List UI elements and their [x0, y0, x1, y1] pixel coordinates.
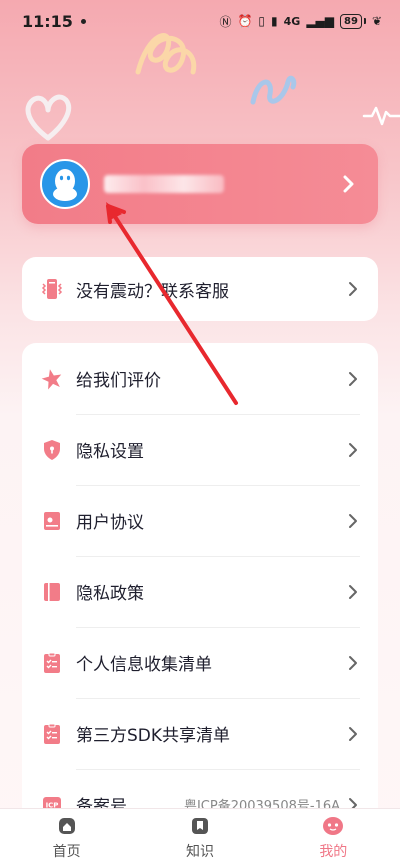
settings-menu-card: 给我们评价 隐私设置 用户协议 隐私政策 个人信息收集清单 第三方SDK共享清单 [22, 343, 378, 823]
nickname-blurred [104, 175, 224, 193]
menu-item-label: 隐私政策 [76, 584, 144, 604]
menu-item-label: 第三方SDK共享清单 [76, 726, 231, 746]
doodle-zigzag-decoration [362, 106, 400, 126]
nav-label: 首页 [52, 843, 81, 860]
nfc-icon: Ⓝ [219, 14, 232, 29]
checklist-icon [40, 651, 64, 675]
chevron-right-icon [348, 371, 360, 387]
contact-support-row[interactable]: 没有震动？联系客服 [22, 257, 378, 321]
vibrate-icon: ▯ [258, 14, 266, 28]
status-time: 11:15 [22, 11, 73, 31]
vibration-help-card: 没有震动？联系客服 [22, 257, 378, 321]
chevron-right-icon [348, 281, 360, 297]
battery-icon: 89 [340, 13, 362, 29]
bookmark-icon [191, 817, 208, 834]
network-type: 4G [283, 14, 301, 28]
agreement-icon [40, 509, 64, 533]
penguin-icon [40, 159, 90, 209]
battery-level: 89 [344, 15, 358, 27]
menu-item-label: 用户协议 [76, 513, 144, 533]
bottom-nav: 首页 知识 我的 [0, 808, 400, 866]
notebook-icon [40, 580, 64, 604]
menu-item-label: 给我们评价 [76, 371, 161, 391]
chevron-right-icon [348, 513, 360, 529]
home-icon [58, 817, 75, 834]
menu-item-rate-us[interactable]: 给我们评价 [22, 343, 378, 414]
notification-dot-icon [80, 18, 86, 24]
nav-tab-mine[interactable]: 我的 [288, 815, 378, 861]
doodle-heart-decoration [25, 94, 72, 141]
chevron-right-icon [348, 655, 360, 671]
menu-item-label: 个人信息收集清单 [76, 655, 212, 675]
chevron-right-icon [348, 726, 360, 742]
phone-vibrate-icon [40, 277, 64, 301]
menu-item-privacy-policy[interactable]: 隐私政策 [22, 556, 378, 627]
chevron-right-icon [348, 442, 360, 458]
nav-label: 知识 [185, 843, 214, 860]
mine-icon [323, 816, 344, 835]
leaf-icon: ❦ [371, 14, 382, 28]
menu-item-personal-info-list[interactable]: 个人信息收集清单 [22, 627, 378, 698]
shield-lock-icon [40, 438, 64, 462]
menu-item-third-party-sdk-list[interactable]: 第三方SDK共享清单 [22, 698, 378, 769]
nav-tab-home[interactable]: 首页 [22, 815, 112, 861]
star-icon [40, 367, 64, 391]
battery-tip [363, 18, 366, 24]
chevron-right-icon [348, 584, 360, 600]
menu-item-label: 隐私设置 [76, 442, 144, 462]
doodle-swirl-decoration [135, 33, 197, 75]
menu-item-user-agreement[interactable]: 用户协议 [22, 485, 378, 556]
profile-card[interactable] [22, 144, 378, 224]
nav-tab-knowledge[interactable]: 知识 [155, 815, 245, 861]
doodle-loop-decoration [250, 75, 297, 105]
signal-icon: ▮ [271, 14, 278, 28]
checklist-icon [40, 722, 64, 746]
nav-label: 我的 [319, 843, 348, 860]
cellular-signal-icon: ▂▄▆ [306, 14, 335, 28]
chevron-right-icon [338, 173, 360, 195]
contact-support-label: 没有震动？联系客服 [76, 281, 229, 302]
alarm-icon: ⏰ [237, 14, 253, 28]
menu-item-privacy-settings[interactable]: 隐私设置 [22, 414, 378, 485]
